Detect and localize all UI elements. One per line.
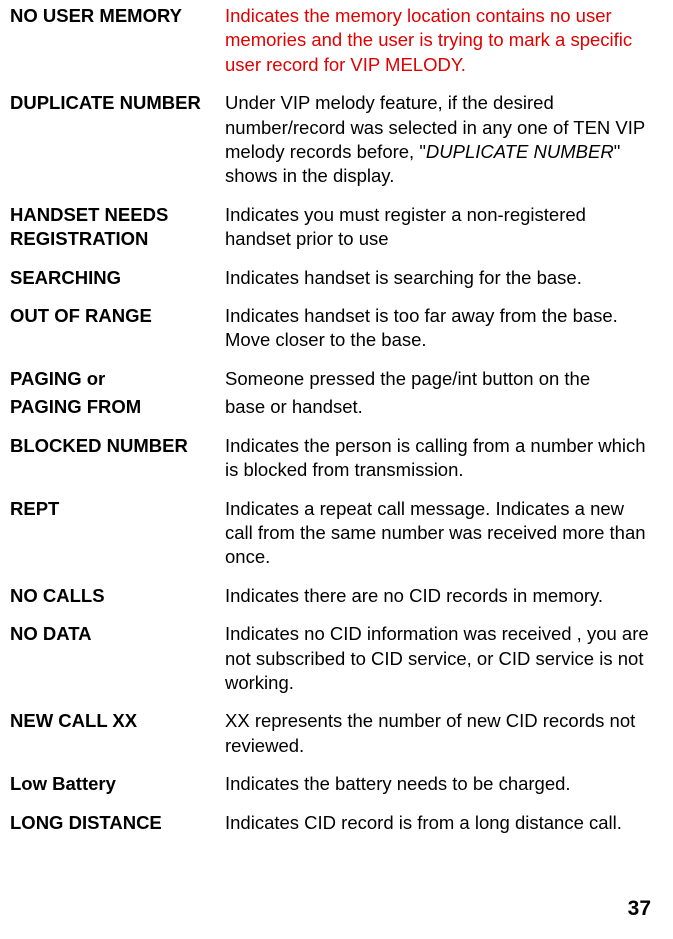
term: REPT [10, 497, 225, 570]
entry-handset-needs-registration: HANDSET NEEDS REGISTRATION Indicates you… [10, 203, 653, 252]
term: DUPLICATE NUMBER [10, 91, 225, 189]
term: BLOCKED NUMBER [10, 434, 225, 483]
entry-searching: SEARCHING Indicates handset is searching… [10, 266, 653, 290]
entry-out-of-range: OUT OF RANGE Indicates handset is too fa… [10, 304, 653, 353]
entry-duplicate-number: DUPLICATE NUMBER Under VIP melody featur… [10, 91, 653, 189]
entry-new-call-xx: NEW CALL XX XX represents the number of … [10, 709, 653, 758]
term: PAGING or [10, 367, 225, 391]
definition: Indicates handset is too far away from t… [225, 304, 653, 353]
definition: Indicates the person is calling from a n… [225, 434, 653, 483]
term: NO CALLS [10, 584, 225, 608]
definition: Indicates you must register a non-regist… [225, 203, 653, 252]
definition: Under VIP melody feature, if the desired… [225, 91, 653, 189]
entry-low-battery: Low Battery Indicates the battery needs … [10, 772, 653, 796]
term: PAGING FROM [10, 395, 225, 419]
definition: Indicates the battery needs to be charge… [225, 772, 653, 796]
entry-no-user-memory: NO USER MEMORY Indicates the memory loca… [10, 4, 653, 77]
definition-italic: DUPLICATE NUMBER [426, 141, 614, 162]
term: OUT OF RANGE [10, 304, 225, 353]
definition: Indicates the memory location contains n… [225, 4, 653, 77]
entry-long-distance: LONG DISTANCE Indicates CID record is fr… [10, 811, 653, 835]
entry-no-data: NO DATA Indicates no CID information was… [10, 622, 653, 695]
entry-paging-or: PAGING or Someone pressed the page/int b… [10, 367, 653, 391]
definition: Indicates there are no CID records in me… [225, 584, 653, 608]
definition: base or handset. [225, 395, 653, 419]
term: NO DATA [10, 622, 225, 695]
definition: Someone pressed the page/int button on t… [225, 367, 653, 391]
definition: XX represents the number of new CID reco… [225, 709, 653, 758]
entry-blocked-number: BLOCKED NUMBER Indicates the person is c… [10, 434, 653, 483]
entry-rept: REPT Indicates a repeat call message. In… [10, 497, 653, 570]
term: LONG DISTANCE [10, 811, 225, 835]
definition: Indicates CID record is from a long dist… [225, 811, 653, 835]
definition: Indicates a repeat call message. Indicat… [225, 497, 653, 570]
definition: Indicates handset is searching for the b… [225, 266, 653, 290]
term: SEARCHING [10, 266, 225, 290]
term: NEW CALL XX [10, 709, 225, 758]
entry-paging-from: PAGING FROM base or handset. [10, 395, 653, 419]
term: NO USER MEMORY [10, 4, 225, 77]
definition: Indicates no CID information was receive… [225, 622, 653, 695]
definitions-list: NO USER MEMORY Indicates the memory loca… [10, 4, 653, 835]
term: Low Battery [10, 772, 225, 796]
page-number: 37 [628, 897, 651, 921]
term: HANDSET NEEDS REGISTRATION [10, 203, 225, 252]
entry-no-calls: NO CALLS Indicates there are no CID reco… [10, 584, 653, 608]
